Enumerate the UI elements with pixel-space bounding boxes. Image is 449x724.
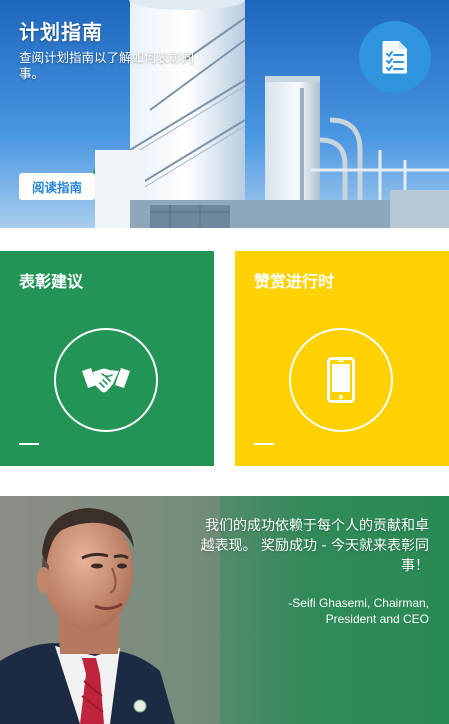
tile-dash <box>254 443 274 445</box>
quote-attribution: -Seifi Ghasemi, Chairman, President and … <box>229 595 429 627</box>
hero-title: 计划指南 <box>19 20 103 44</box>
tile-icon-circle <box>54 328 158 432</box>
ceo-quote-text: 我们的成功依赖于每个人的贡献和卓越表现。 奖励成功 - 今天就来表彰同事！ <box>200 518 429 574</box>
handshake-icon <box>82 368 130 393</box>
appreciation-in-progress-tile[interactable]: 赞赏进行时 <box>235 251 449 466</box>
program-guide-banner[interactable]: AP 计划指南 查阅计划指南以了解如何表彰同事。 阅读指南 <box>0 0 449 228</box>
smartphone-icon <box>327 357 355 403</box>
tile-title: 赞赏进行时 <box>254 272 335 291</box>
tile-icon-circle <box>289 328 393 432</box>
recognition-suggestion-tile[interactable]: 表彰建议 <box>0 251 214 466</box>
read-guide-button[interactable]: 阅读指南 <box>19 173 95 200</box>
hero-description: 查阅计划指南以了解如何表彰同事。 <box>19 50 195 81</box>
attribution-name: -Seifi Ghasemi, Chairman, <box>288 596 429 610</box>
attribution-title: President and CEO <box>325 612 429 626</box>
guide-icon-badge <box>359 21 431 93</box>
ceo-quote-banner: 我们的成功依赖于每个人的贡献和卓越表现。 奖励成功 - 今天就来表彰同事！ -S… <box>0 496 449 724</box>
tile-dash <box>19 443 39 445</box>
tile-title: 表彰建议 <box>19 272 84 291</box>
checklist-document-icon <box>382 41 407 74</box>
